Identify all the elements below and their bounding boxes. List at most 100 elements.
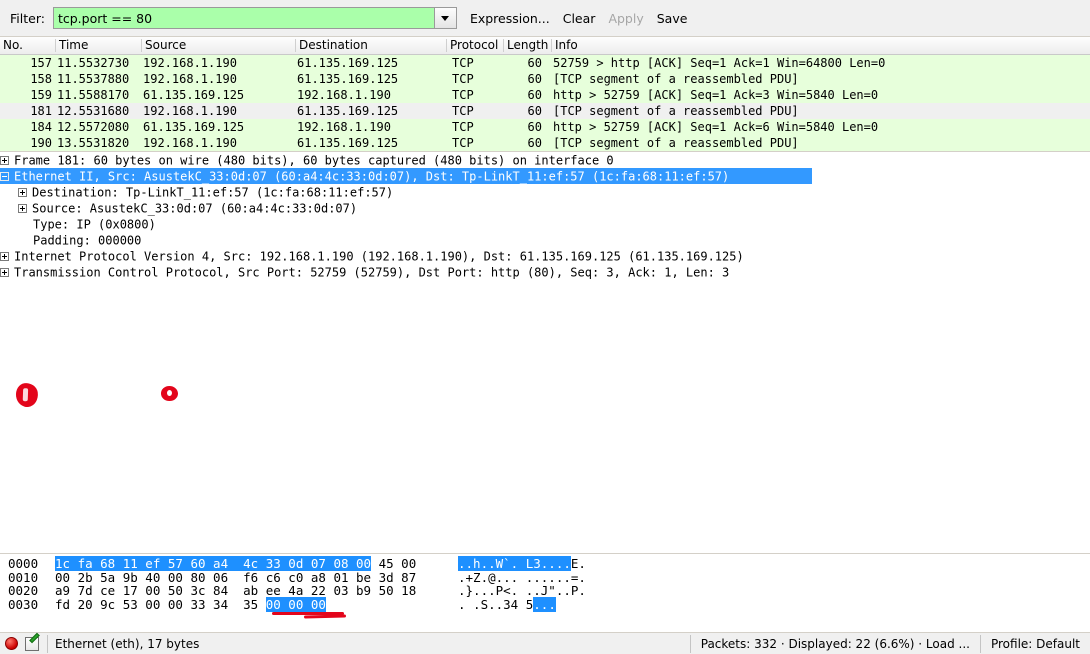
hex-bytes: fd 20 9c 53 00 00 33 34 35 00 00 00 [55, 596, 326, 612]
record-circle-icon[interactable] [5, 637, 18, 650]
packet-protocol: TCP [452, 136, 474, 150]
packet-row[interactable]: 190 13.5531820 192.168.1.190 61.135.169.125… [0, 135, 1090, 151]
packet-detail-label: Destination: Tp-LinkT_11:ef:57 (1c:fa:68… [32, 185, 394, 200]
packet-source: 61.135.169.125 [143, 120, 245, 134]
hex-bytes: 1c fa 68 11 ef 57 60 a4 4c 33 0d 07 08 0… [55, 556, 417, 571]
packet-info: 52759 > http [ACK] Seq=1 Ack=1 Win=64800… [553, 56, 886, 70]
collapse-minus-icon[interactable] [0, 172, 9, 181]
column-header-no[interactable]: No. [0, 38, 23, 52]
packet-no: 157 [30, 56, 52, 70]
hex-bytes-highlighted: 00 00 00 [265, 596, 326, 612]
hex-dump-row[interactable]: 0030 fd 20 9c 53 00 00 33 34 35 00 00 00.… [0, 596, 1090, 612]
packet-time: 12.5572080 [57, 120, 130, 134]
packet-info: [TCP segment of a reassembled PDU] [553, 136, 799, 150]
capture-comment-icon[interactable] [25, 636, 39, 651]
packet-destination: 61.135.169.125 [297, 56, 399, 70]
packet-detail-row[interactable]: Source: AsustekC_33:0d:07 (60:a4:4c:33:0… [0, 200, 1090, 216]
save-button[interactable]: Save [657, 11, 688, 26]
filter-toolbar: Filter: Expression... Clear Apply Save [0, 0, 1090, 37]
hex-offset: 0020 [8, 583, 39, 598]
expand-plus-icon[interactable] [18, 204, 27, 213]
hex-dump-row[interactable]: 0020 a9 7d ce 17 00 50 3c 84 ab ee 4a 22 … [0, 584, 1090, 598]
expand-plus-icon[interactable] [0, 268, 9, 277]
packet-length: 60 [527, 72, 542, 86]
column-header-source[interactable]: Source [142, 38, 186, 52]
packet-no: 159 [30, 88, 52, 102]
filter-input[interactable] [53, 8, 434, 28]
packet-details-tree: Frame 181: 60 bytes on wire (480 bits), … [0, 152, 1090, 280]
status-bar-left: Ethernet (eth), 17 bytes [0, 634, 200, 653]
red-dot-annotation [161, 386, 178, 401]
packet-detail-row[interactable]: Type: IP (0x0800) [0, 216, 1090, 232]
packet-detail-row[interactable]: Internet Protocol Version 4, Src: 192.16… [0, 248, 1090, 264]
packet-detail-label: Ethernet II, Src: AsustekC_33:0d:07 (60:… [14, 169, 730, 184]
column-header-protocol[interactable]: Protocol [447, 38, 498, 52]
expression-button[interactable]: Expression... [470, 11, 550, 26]
packet-length: 60 [527, 56, 542, 70]
packet-length: 60 [527, 120, 542, 134]
hex-bytes: 00 2b 5a 9b 40 00 80 06 f6 c6 c0 a8 01 b… [55, 569, 417, 585]
status-bar: Ethernet (eth), 17 bytes Packets: 332 · … [0, 632, 1090, 654]
column-header-destination[interactable]: Destination [296, 38, 368, 52]
packet-detail-row[interactable]: Frame 181: 60 bytes on wire (480 bits), … [0, 152, 1090, 168]
packet-row[interactable]: 181 12.5531680 192.168.1.190 61.135.169.125… [0, 103, 1090, 119]
hex-offset: 0000 [8, 556, 39, 571]
packet-destination: 61.135.169.125 [297, 136, 399, 150]
column-header-info[interactable]: Info [552, 38, 578, 52]
packet-bytes-pane[interactable]: 0000 1c fa 68 11 ef 57 60 a4 4c 33 0d 07 … [0, 554, 1090, 632]
profile-status[interactable]: Profile: Default [979, 634, 1090, 653]
packet-source: 192.168.1.190 [143, 72, 237, 86]
packet-list-column-header[interactable]: No. Time Source Destination Protocol Len… [0, 37, 1090, 55]
packet-detail-label: Type: IP (0x0800) [33, 217, 156, 232]
packet-length: 60 [527, 104, 542, 118]
packet-time: 11.5588170 [57, 88, 130, 102]
packet-no: 158 [30, 72, 52, 86]
capture-interface-status: Ethernet (eth), 17 bytes [55, 636, 200, 651]
packet-protocol: TCP [452, 88, 474, 102]
red-pen-mark-annotation [14, 381, 40, 409]
packet-detail-row[interactable]: Transmission Control Protocol, Src Port:… [0, 264, 1090, 280]
packet-row[interactable]: 158 11.5537880 192.168.1.190 61.135.169.125… [0, 71, 1090, 87]
packet-row[interactable]: 184 12.5572080 61.135.169.125 192.168.1.190… [0, 119, 1090, 135]
hex-ascii: . .S..34 5... [458, 596, 556, 612]
expand-plus-icon[interactable] [0, 252, 9, 261]
packet-details-pane[interactable]: Frame 181: 60 bytes on wire (480 bits), … [0, 152, 1090, 554]
packet-destination: 192.168.1.190 [297, 120, 391, 134]
expand-plus-icon[interactable] [0, 156, 9, 165]
packet-destination: 61.135.169.125 [297, 72, 399, 86]
packet-protocol: TCP [452, 56, 474, 70]
apply-button[interactable]: Apply [608, 11, 643, 26]
hex-dump-rows: 0000 1c fa 68 11 ef 57 60 a4 4c 33 0d 07 … [0, 556, 1090, 612]
packet-length: 60 [527, 136, 542, 150]
filter-history-dropdown-button[interactable] [433, 8, 456, 28]
clear-button[interactable]: Clear [563, 11, 596, 26]
status-bar-right: Packets: 332 · Displayed: 22 (6.6%) · Lo… [689, 633, 1090, 654]
packet-time: 12.5531680 [57, 104, 130, 118]
hex-ascii: .+Z.@... ......=. [458, 569, 586, 585]
hex-dump-row[interactable]: 0010 00 2b 5a 9b 40 00 80 06 f6 c6 c0 a8 … [0, 569, 1090, 585]
packet-time: 13.5531820 [57, 136, 130, 150]
packet-list-rows: 157 11.5532730 192.168.1.190 61.135.169.125… [0, 55, 1090, 151]
hex-ascii-highlighted: ... [533, 596, 556, 612]
packet-detail-row[interactable]: Ethernet II, Src: AsustekC_33:0d:07 (60:… [0, 168, 812, 184]
packet-source: 192.168.1.190 [143, 56, 237, 70]
packet-row[interactable]: 157 11.5532730 192.168.1.190 61.135.169.125… [0, 55, 1090, 71]
packet-source: 192.168.1.190 [143, 136, 237, 150]
hex-ascii: ..h..W`. L3....E. [458, 556, 586, 571]
packet-source: 61.135.169.125 [143, 88, 245, 102]
column-header-length[interactable]: Length [504, 38, 548, 52]
filter-input-wrapper[interactable] [52, 7, 457, 29]
packet-length: 60 [527, 88, 542, 102]
packet-protocol: TCP [452, 104, 474, 118]
hex-bytes: a9 7d ce 17 00 50 3c 84 ab ee 4a 22 03 b… [55, 583, 417, 598]
filter-label: Filter: [10, 10, 45, 26]
packet-time: 11.5537880 [57, 72, 130, 86]
packet-row[interactable]: 159 11.5588170 61.135.169.125 192.168.1.190… [0, 87, 1090, 103]
expand-plus-icon[interactable] [18, 188, 27, 197]
packet-detail-row[interactable]: Destination: Tp-LinkT_11:ef:57 (1c:fa:68… [0, 184, 1090, 200]
column-header-time[interactable]: Time [56, 38, 88, 52]
packet-detail-row[interactable]: Padding: 000000 [0, 232, 1090, 248]
hex-dump-row[interactable]: 0000 1c fa 68 11 ef 57 60 a4 4c 33 0d 07 … [0, 556, 1090, 571]
packet-list-pane[interactable]: No. Time Source Destination Protocol Len… [0, 37, 1090, 152]
hex-offset: 0010 [8, 569, 39, 585]
